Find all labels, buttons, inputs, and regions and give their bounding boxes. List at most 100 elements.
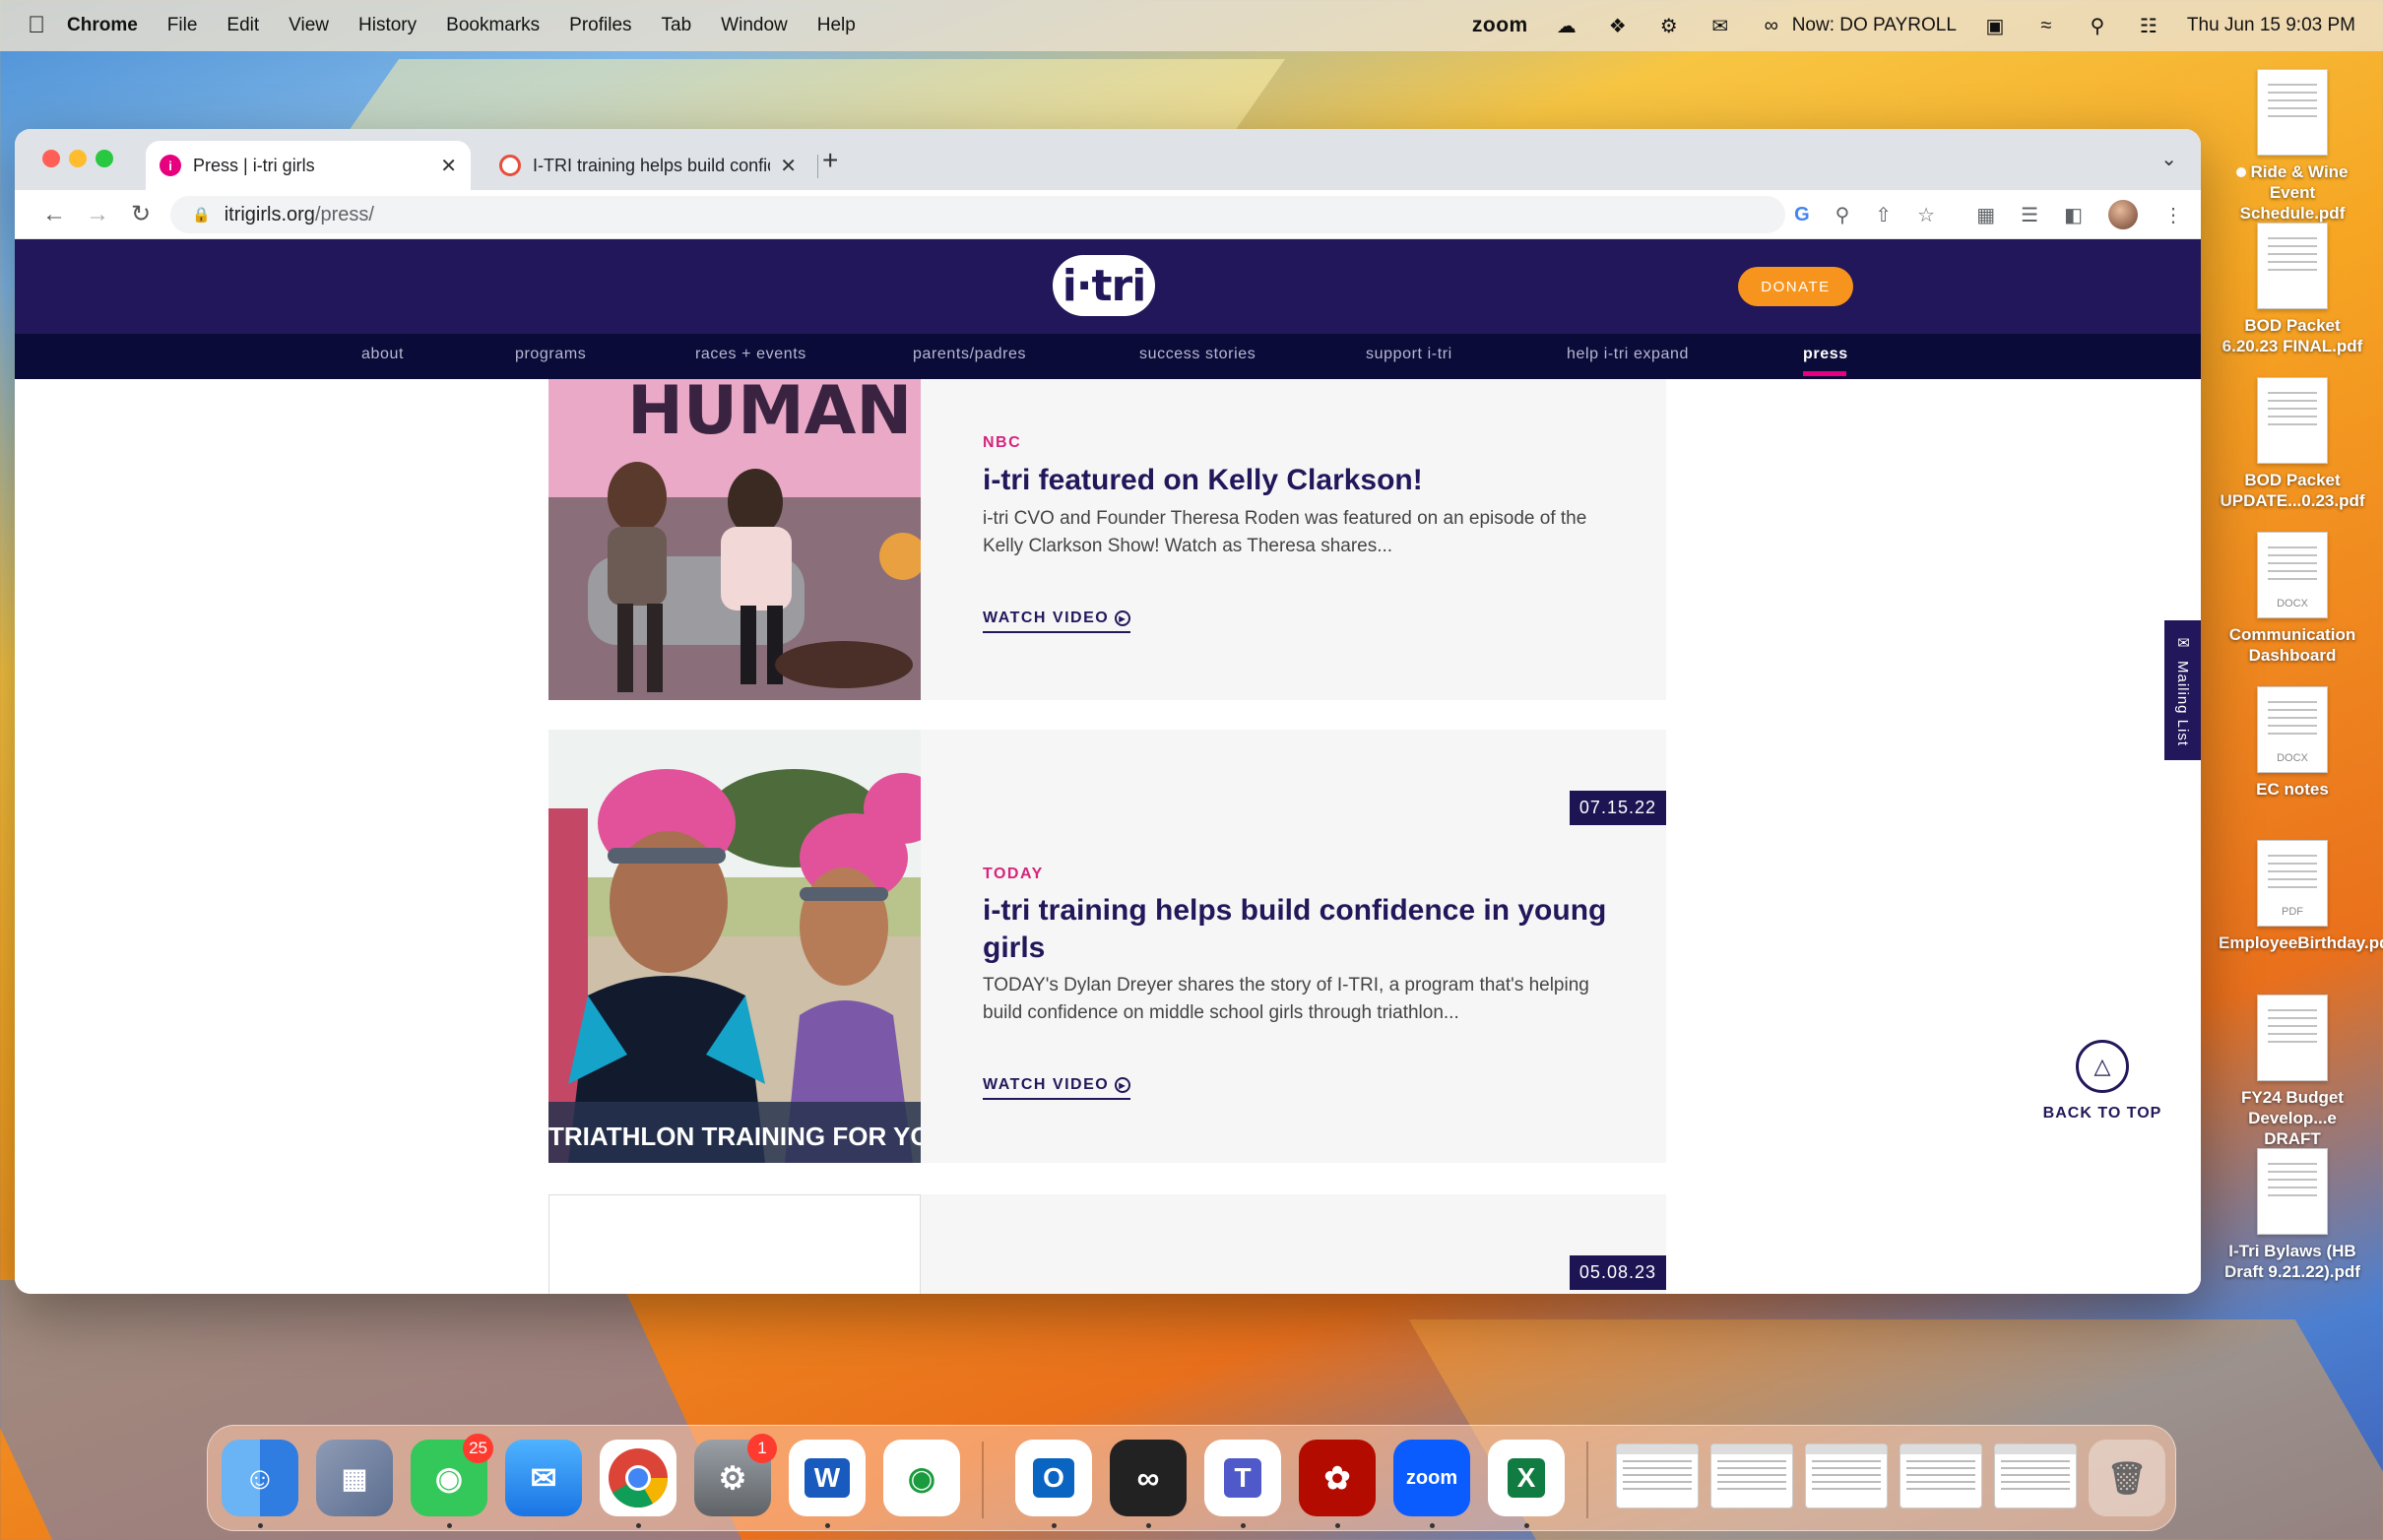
system-settings-icon[interactable]: ⚙ 1 <box>694 1434 777 1516</box>
minimize-window-button[interactable] <box>69 150 87 167</box>
new-tab-button[interactable]: + <box>822 145 838 176</box>
word-icon[interactable]: W <box>789 1440 866 1516</box>
minimized-window-thumbnail[interactable] <box>1900 1444 1982 1508</box>
toolbar-actions: ▦ ☰ ◧ ⋮ <box>1976 198 2183 231</box>
nav-help-itri-expand[interactable]: help i-tri expand <box>1567 346 1689 363</box>
trash-icon[interactable]: 🗑 <box>2089 1440 2165 1516</box>
zoom-icon[interactable]: zoom <box>1393 1440 1470 1516</box>
minimized-window-thumbnail[interactable] <box>1616 1444 1699 1508</box>
menu-help[interactable]: Help <box>817 15 856 36</box>
watch-video-link[interactable]: WATCH VIDEO ▶ <box>983 610 1131 633</box>
extensions-puzzle-icon[interactable]: ▦ <box>1976 203 1995 227</box>
nav-races-events[interactable]: races + events <box>695 346 806 363</box>
outlook-letter: O <box>1033 1458 1074 1498</box>
google-lens-icon[interactable]: G <box>1794 204 1810 226</box>
battery-icon[interactable]: ▣ <box>1982 13 2008 38</box>
menu-edit[interactable]: Edit <box>226 15 259 36</box>
close-tab-icon[interactable]: ✕ <box>440 154 457 178</box>
nav-parents-padres[interactable]: parents/padres <box>913 346 1026 363</box>
chrome-icon[interactable] <box>600 1440 676 1516</box>
share-icon[interactable]: ⇧ <box>1875 203 1892 227</box>
desktop-file[interactable]: I-Tri Bylaws (HB Draft 9.21.22).pdf <box>2219 1148 2366 1282</box>
back-button[interactable]: ← <box>32 201 76 228</box>
tag-dot-icon <box>2236 167 2247 177</box>
mailing-list-tab[interactable]: ✉ Mailing List <box>2164 620 2201 760</box>
nav-about[interactable]: about <box>361 346 404 363</box>
menu-file[interactable]: File <box>167 15 198 36</box>
launchpad-icon[interactable]: ▦ <box>316 1440 393 1516</box>
watch-video-link[interactable]: WATCH VIDEO ▶ <box>983 1076 1131 1100</box>
reading-list-icon[interactable]: ☰ <box>2021 203 2038 227</box>
outlook-status-icon[interactable]: ✉ <box>1707 13 1733 38</box>
zoom-status-item[interactable]: zoom <box>1472 14 1528 37</box>
tab-today-article[interactable]: I-TRI training helps build confidence ✕ <box>485 141 810 190</box>
profile-avatar[interactable] <box>2108 200 2138 229</box>
minimized-window-thumbnail[interactable] <box>1805 1444 1888 1508</box>
menu-view[interactable]: View <box>289 15 329 36</box>
fullscreen-window-button[interactable] <box>96 150 113 167</box>
finder-icon[interactable]: ☺ <box>222 1440 298 1516</box>
minimized-window-thumbnail[interactable] <box>1994 1444 2077 1508</box>
back-to-top-button[interactable]: △ BACK TO TOP <box>2024 1040 2181 1123</box>
acrobat-icon[interactable]: ✿ <box>1299 1440 1376 1516</box>
camo-icon[interactable]: ◉ <box>883 1440 960 1516</box>
donate-button[interactable]: DONATE <box>1738 267 1853 306</box>
close-tab-icon[interactable]: ✕ <box>780 154 797 178</box>
desktop-file[interactable]: PDF EmployeeBirthday.pdf <box>2219 840 2383 953</box>
bookmark-star-icon[interactable]: ☆ <box>1917 203 1935 227</box>
mail-icon[interactable]: ✉ <box>505 1440 582 1516</box>
nav-success-stories[interactable]: success stories <box>1139 346 1256 363</box>
status-area: zoom ☁ ❖ ⚙ ✉ ∞ Now: DO PAYROLL ▣ ≈ ⚲ ☷ T… <box>1472 13 2355 38</box>
desktop-file[interactable]: FY24 Budget Develop...e DRAFT <box>2219 995 2366 1149</box>
desktop-file[interactable]: DOCX Communication Dashboard <box>2219 532 2366 666</box>
wheel-icon[interactable]: ⚙ <box>1656 13 1682 38</box>
itri-logo[interactable]: i·tri <box>1053 255 1155 316</box>
excel-icon[interactable]: X <box>1488 1440 1565 1516</box>
menu-history[interactable]: History <box>358 15 417 36</box>
menu-window[interactable]: Window <box>721 15 788 36</box>
menu-bookmarks[interactable]: Bookmarks <box>446 15 540 36</box>
press-card-image[interactable] <box>548 1194 921 1294</box>
close-window-button[interactable] <box>42 150 60 167</box>
minimized-window-thumbnail[interactable] <box>1710 1444 1793 1508</box>
search-icon[interactable]: ⚲ <box>2085 13 2110 38</box>
outlook-icon[interactable]: O <box>1015 1440 1092 1516</box>
press-title[interactable]: i-tri training helps build confidence in… <box>983 892 1633 967</box>
clock[interactable]: Thu Jun 15 9:03 PM <box>2187 15 2355 36</box>
now-playing[interactable]: ∞ Now: DO PAYROLL <box>1759 13 1957 38</box>
desktop-file[interactable]: DOCX EC notes <box>2219 686 2366 800</box>
dropbox-icon[interactable]: ❖ <box>1605 13 1631 38</box>
menu-tab[interactable]: Tab <box>662 15 692 36</box>
desktop-file[interactable]: BOD Packet 6.20.23 FINAL.pdf <box>2219 223 2366 356</box>
nav-press[interactable]: press <box>1803 346 1848 363</box>
desktop-file[interactable]: BOD Packet UPDATE...0.23.pdf <box>2219 377 2366 511</box>
reload-button[interactable]: ↻ <box>119 200 162 228</box>
menu-bar:  Chrome File Edit View History Bookmark… <box>0 0 2383 51</box>
nav-programs[interactable]: programs <box>515 346 586 363</box>
running-indicator <box>1335 1523 1340 1528</box>
tab-search-chevron-icon[interactable]: ⌄ <box>2160 147 2177 171</box>
menu-app-name[interactable]: Chrome <box>67 15 138 36</box>
forward-button[interactable]: → <box>76 201 119 228</box>
side-panel-icon[interactable]: ◧ <box>2064 203 2083 227</box>
menu-profiles[interactable]: Profiles <box>569 15 631 36</box>
tab-press[interactable]: i Press | i-tri girls ✕ <box>146 141 471 190</box>
creative-cloud-icon[interactable]: ☁ <box>1554 13 1579 38</box>
teams-icon[interactable]: T <box>1204 1440 1281 1516</box>
press-card-image[interactable]: TRIATHLON TRAINING FOR YOUNG GIRLS <box>548 730 921 1163</box>
messages-icon[interactable]: ◉ 25 <box>411 1434 493 1516</box>
desktop-file[interactable]: Ride & Wine Event Schedule.pdf <box>2219 69 2366 224</box>
wifi-icon[interactable]: ≈ <box>2033 13 2059 38</box>
press-card-image[interactable]: HUMAN <box>548 379 921 700</box>
nav-support-itri[interactable]: support i-tri <box>1366 346 1452 363</box>
apple-menu-icon[interactable]:  <box>28 12 67 39</box>
address-bar[interactable]: 🔒 itrigirls.org/press/ <box>170 196 1785 233</box>
zoom-magnifier-icon[interactable]: ⚲ <box>1836 203 1850 227</box>
excel-letter: X <box>1507 1458 1546 1498</box>
control-center-icon[interactable]: ☷ <box>2136 13 2161 38</box>
lock-icon[interactable]: 🔒 <box>192 206 211 224</box>
triathlon-training-thumbnail: TRIATHLON TRAINING FOR YOUNG GIRLS <box>548 730 921 1163</box>
press-title[interactable]: i-tri featured on Kelly Clarkson! <box>983 462 1633 499</box>
chrome-menu-icon[interactable]: ⋮ <box>2163 203 2183 227</box>
linked-app-icon[interactable]: ∞ <box>1110 1440 1187 1516</box>
